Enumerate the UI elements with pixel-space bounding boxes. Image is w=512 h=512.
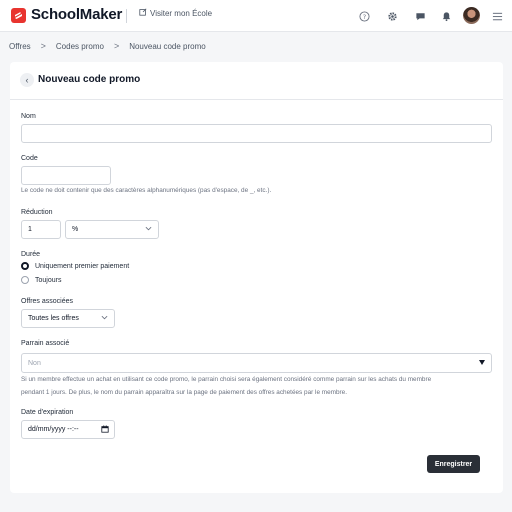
reduction-unit-select[interactable]: % — [65, 220, 159, 239]
radio-premier-paiement-label: Uniquement premier paiement — [35, 262, 130, 270]
visit-school-link[interactable]: Visiter mon École — [139, 8, 212, 18]
code-help-text: Le code ne doit contenir que des caractè… — [21, 187, 272, 194]
caret-down-icon — [479, 359, 485, 367]
reduction-amount-input[interactable]: 1 — [21, 220, 61, 239]
expiration-label: Date d'expiration — [21, 409, 74, 416]
radio-toujours[interactable]: Toujours — [21, 276, 61, 284]
card-header: ‹ Nouveau code promo — [10, 62, 503, 100]
breadcrumb: Offres > Codes promo > Nouveau code prom… — [9, 41, 206, 51]
brand-name[interactable]: SchoolMaker — [31, 6, 122, 23]
chat-icon[interactable] — [414, 10, 426, 22]
breadcrumb-offres[interactable]: Offres — [9, 42, 31, 51]
schoolmaker-logo-icon[interactable] — [11, 8, 26, 23]
page-title: Nouveau code promo — [38, 74, 141, 85]
top-bar: SchoolMaker Visiter mon École ? — [0, 0, 512, 32]
parrain-help-line-1: Si un membre effectue un achat en utilis… — [21, 376, 432, 383]
expiration-date-input[interactable]: dd/mm/yyyy --:-- — [21, 420, 115, 439]
bell-icon[interactable] — [440, 10, 452, 22]
chevron-left-icon: ‹ — [25, 75, 29, 85]
chevron-down-icon — [145, 226, 152, 233]
parrain-value: Non — [28, 359, 41, 367]
breadcrumb-separator: > — [113, 41, 120, 51]
expiration-placeholder: dd/mm/yyyy --:-- — [28, 426, 79, 433]
external-edit-icon — [139, 8, 147, 18]
nom-label: Nom — [21, 113, 36, 120]
save-button[interactable]: Enregistrer — [427, 455, 480, 473]
parrain-label: Parrain associé — [21, 340, 70, 347]
hamburger-menu-icon[interactable] — [491, 10, 503, 22]
reduction-unit-value: % — [72, 226, 79, 233]
nom-input[interactable] — [21, 124, 492, 143]
help-circle-icon[interactable]: ? — [358, 10, 370, 22]
radio-premier-paiement[interactable]: Uniquement premier paiement — [21, 262, 129, 270]
offres-label: Offres associées — [21, 298, 74, 305]
breadcrumb-codes-promo[interactable]: Codes promo — [56, 42, 104, 51]
back-button[interactable]: ‹ — [20, 73, 34, 87]
code-input[interactable] — [21, 166, 111, 185]
code-label: Code — [21, 155, 38, 162]
breadcrumb-current: Nouveau code promo — [129, 41, 206, 51]
header-divider — [126, 9, 127, 23]
chevron-down-icon — [101, 315, 108, 322]
radio-toujours-label: Toujours — [35, 276, 62, 284]
offres-select[interactable]: Toutes les offres — [21, 309, 115, 328]
svg-text:?: ? — [362, 12, 365, 20]
radio-selected-icon — [21, 262, 29, 270]
duree-label: Durée — [21, 251, 41, 258]
offres-value: Toutes les offres — [28, 315, 79, 322]
calendar-icon[interactable] — [101, 424, 109, 435]
avatar[interactable] — [463, 7, 480, 24]
parrain-select[interactable]: Non — [21, 353, 492, 373]
visit-school-label: Visiter mon École — [150, 8, 213, 18]
breadcrumb-separator: > — [40, 41, 46, 51]
gear-icon[interactable] — [386, 10, 398, 22]
reduction-label: Réduction — [21, 209, 53, 216]
radio-unselected-icon — [21, 276, 29, 284]
parrain-help-line-2: pendant 1 jours. De plus, le nom du parr… — [21, 389, 347, 396]
form-card: ‹ Nouveau code promo Nom Code Le code ne… — [10, 62, 503, 493]
